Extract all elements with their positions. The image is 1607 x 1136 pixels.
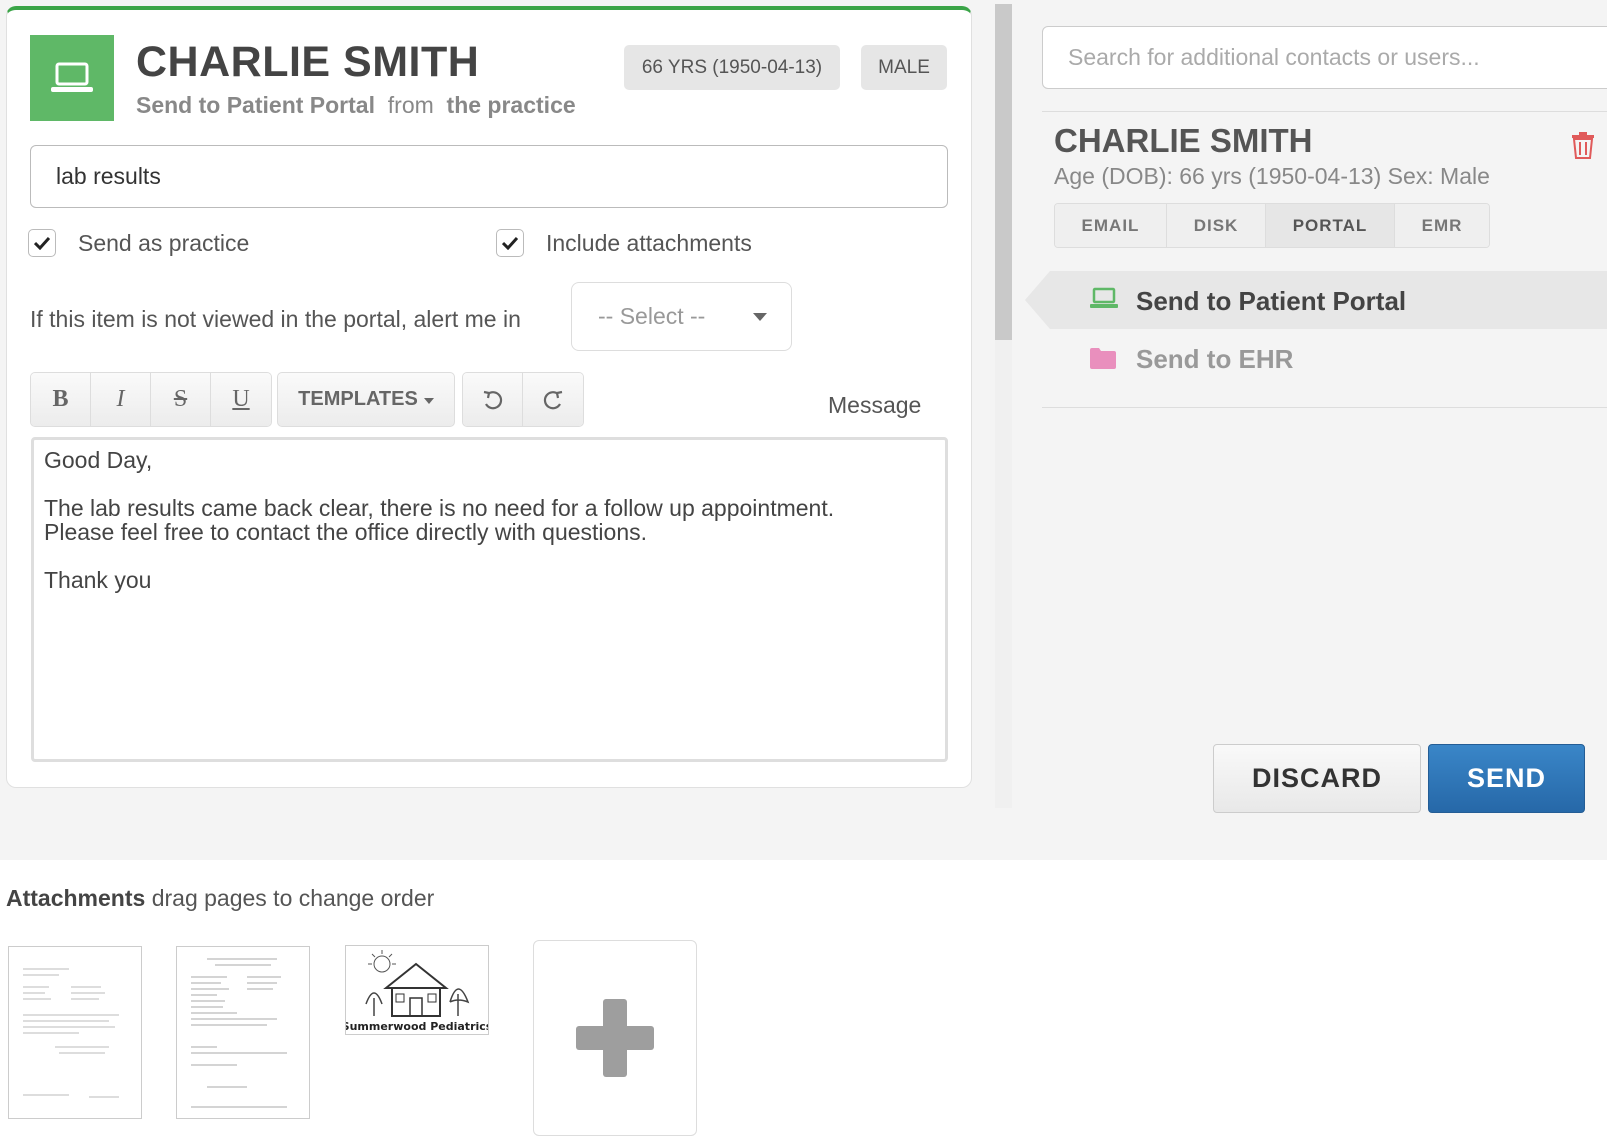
school-building-icon: Summerwood Pediatrics [342,950,493,1033]
send-as-practice-label: Send as practice [78,229,250,256]
patient-portal-avatar [30,35,114,121]
send-button[interactable]: SEND [1428,744,1585,813]
message-body-editor[interactable]: Good Day, The lab results came back clea… [31,437,948,762]
send-subtitle: Send to Patient Portal from the practice [136,92,576,119]
undo-button[interactable] [463,373,523,426]
message-label: Message [828,392,922,418]
bold-button[interactable]: B [31,373,91,426]
laptop-icon [1090,287,1118,314]
divider [1042,407,1607,408]
checkmark-icon [34,236,50,250]
attachments-title: Attachments [6,885,146,911]
alert-select-value: -- Select -- [598,303,706,329]
patient-name: CHARLIE SMITH [136,38,480,86]
divider [1042,111,1607,112]
recipient-info: Age (DOB): 66 yrs (1950-04-13) Sex: Male [1054,163,1490,189]
add-attachment-button[interactable] [533,940,697,1136]
include-attachments-checkbox[interactable] [496,229,524,257]
discard-button[interactable]: DISCARD [1213,744,1421,813]
send-as-practice-checkbox[interactable] [28,229,56,257]
tab-emr[interactable]: EMR [1395,204,1489,247]
templates-label: TEMPLATES [298,388,418,410]
include-attachments-label: Include attachments [546,229,752,256]
sex-badge: MALE [861,45,947,90]
recipient-name: CHARLIE SMITH [1054,122,1313,159]
subtitle-source: the practice [446,92,576,118]
strikethrough-button[interactable]: S [151,373,211,426]
attachment-page-thumbnail[interactable] [176,946,310,1119]
message-line: The lab results came back clear, there i… [44,495,835,521]
attachment-page-thumbnail[interactable] [8,946,142,1119]
plus-icon [576,999,654,1077]
alert-label: If this item is not viewed in the portal… [30,306,521,332]
folder-icon [1090,347,1116,374]
message-line: Please feel free to contact the office d… [44,519,648,545]
history-button-group [462,372,584,427]
tab-portal[interactable]: PORTAL [1266,204,1395,247]
scrollbar-thumb[interactable] [995,4,1012,340]
alert-delay-select[interactable]: -- Select -- [571,282,792,351]
selection-pointer [1025,271,1050,329]
caret-down-icon [753,313,767,321]
tab-disk[interactable]: DISK [1167,204,1266,247]
option-send-to-ehr[interactable]: Send to EHR [1136,344,1293,375]
delivery-method-tabs: EMAIL DISK PORTAL EMR [1054,203,1490,248]
attachments-hint: drag pages to change order [151,885,435,911]
subtitle-action: Send to Patient Portal [136,92,375,118]
tab-email[interactable]: EMAIL [1055,204,1167,247]
caret-down-icon [423,397,434,404]
templates-dropdown-button[interactable]: TEMPLATES [277,372,455,427]
logo-text: Summerwood Pediatrics [346,1020,488,1033]
age-badge: 66 YRS (1950-04-13) [624,45,840,90]
subtitle-from: from [387,92,434,118]
format-button-group: B I S U [30,372,272,427]
document-page-icon [23,968,119,1098]
checkmark-icon [502,236,518,250]
remove-recipient-button[interactable] [1571,131,1595,164]
redo-icon [543,390,563,409]
trash-icon [1572,132,1594,159]
message-line: Good Day, [44,447,153,473]
send-as-practice-option[interactable]: Send as practice [28,228,249,258]
undo-icon [483,390,502,409]
laptop-icon [51,62,93,92]
redo-button[interactable] [523,373,583,426]
underline-button[interactable]: U [211,373,271,426]
include-attachments-option[interactable]: Include attachments [496,228,752,258]
document-page-icon [191,958,287,1108]
attachments-header: Attachments drag pages to change order [6,885,434,912]
contact-search-input[interactable]: Search for additional contacts or users.… [1042,26,1607,89]
italic-button[interactable]: I [91,373,151,426]
option-label: Send to Patient Portal [1136,286,1407,316]
subject-input[interactable]: lab results [30,145,948,208]
attachment-logo-thumbnail[interactable]: Summerwood Pediatrics [342,945,493,1035]
message-line: Thank you [44,567,152,593]
